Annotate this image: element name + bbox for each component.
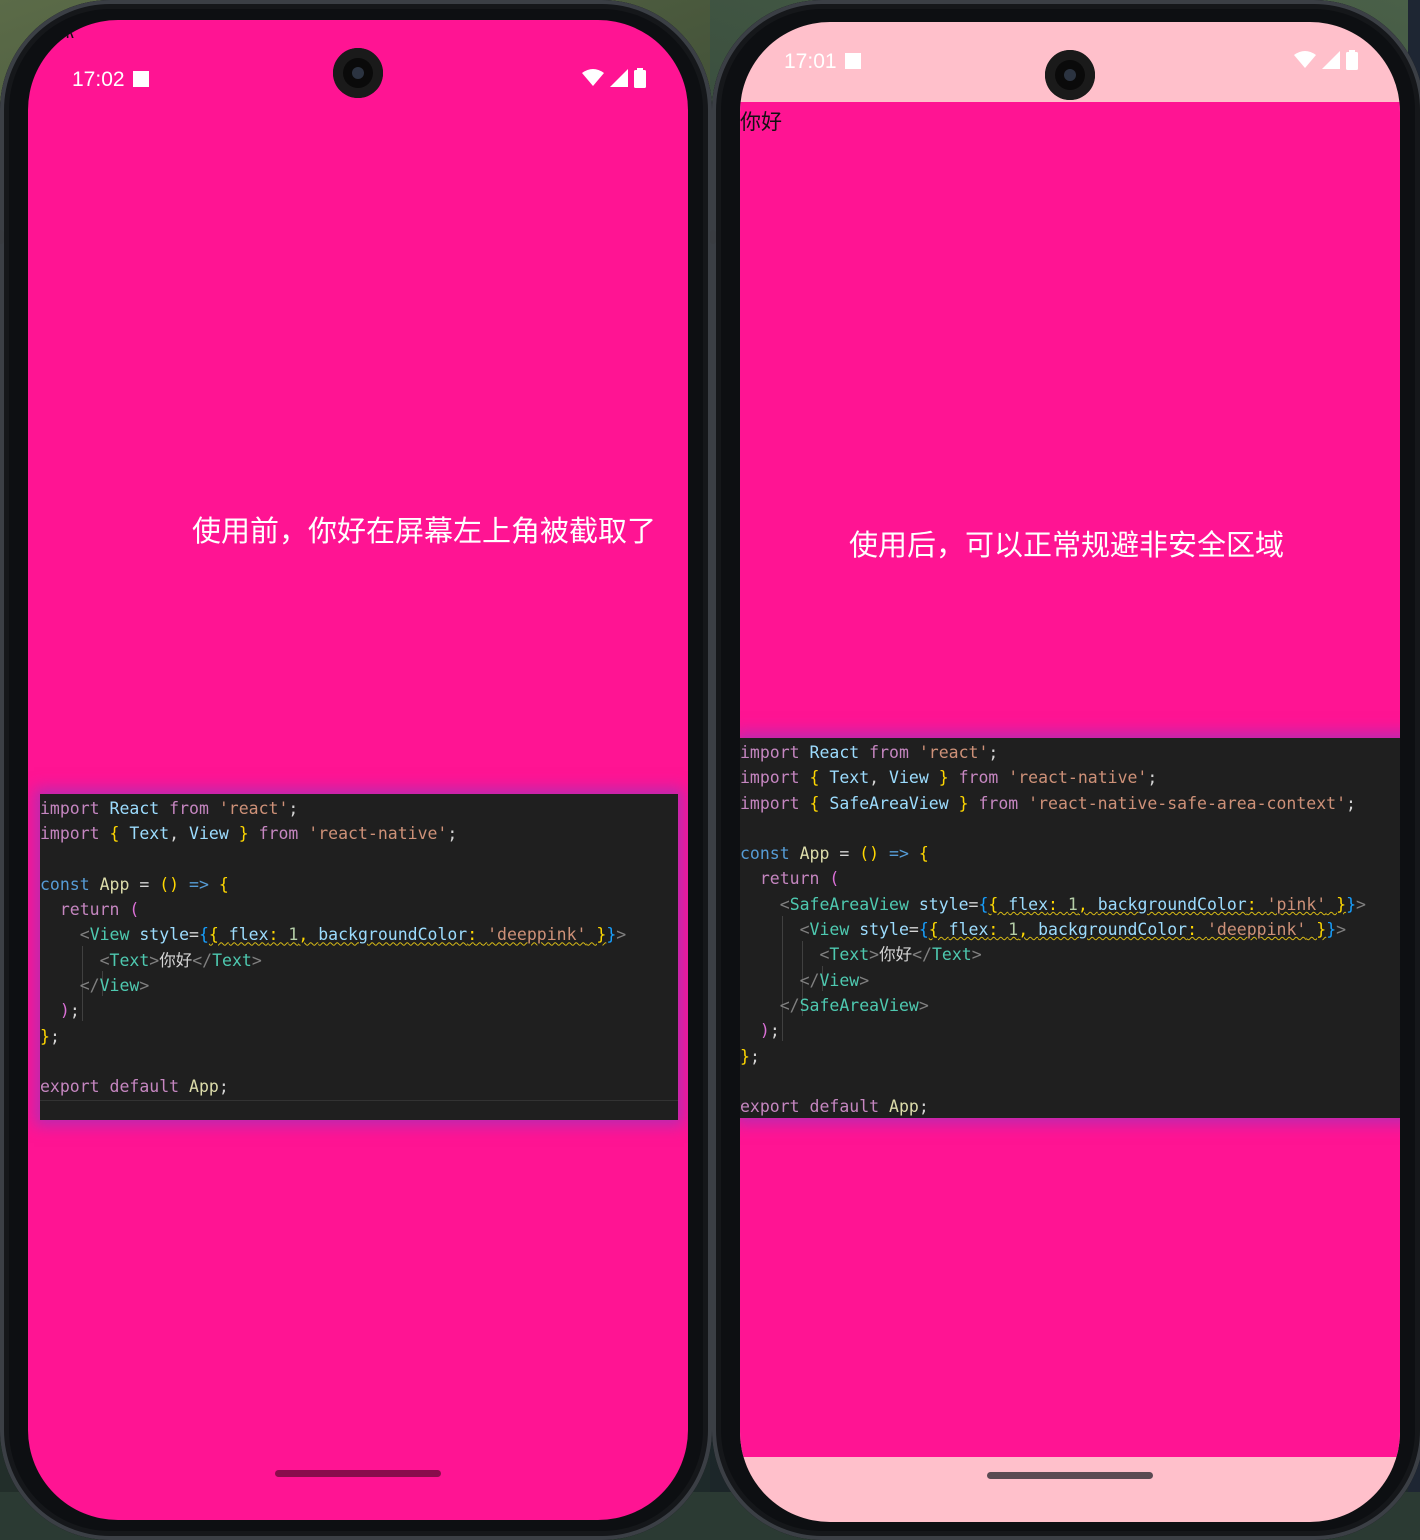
camera-icon bbox=[1045, 50, 1095, 100]
battery-icon bbox=[634, 68, 646, 88]
home-indicator[interactable] bbox=[987, 1472, 1153, 1479]
code-line: const App = () => { bbox=[40, 874, 229, 894]
status-icons bbox=[582, 68, 646, 88]
code-line: }; bbox=[40, 1026, 60, 1046]
code-line: }; bbox=[740, 1046, 760, 1066]
signal-icon bbox=[610, 69, 628, 87]
caption-after: 使用后，可以正常规避非安全区域 bbox=[849, 528, 1285, 562]
code-line: <View style={{ flex: 1, backgroundColor:… bbox=[79, 925, 627, 945]
code-line: return ( bbox=[759, 869, 840, 889]
battery-icon bbox=[1346, 50, 1358, 70]
stop-square-icon bbox=[844, 53, 861, 69]
code-line: <SafeAreaView style={{ flex: 1, backgrou… bbox=[779, 894, 1366, 914]
status-time: 17:02 bbox=[72, 68, 125, 91]
code-line: export default App; bbox=[740, 1097, 929, 1117]
code-line: import { Text, View } from 'react-native… bbox=[40, 824, 458, 844]
code-line: import React from 'react'; bbox=[40, 799, 299, 818]
code-line: <View style={{ flex: 1, backgroundColor:… bbox=[799, 920, 1347, 940]
signal-icon bbox=[1322, 51, 1340, 69]
caption-before: 使用前，你好在屏幕左上角被截取了 bbox=[192, 514, 657, 548]
code-line: import { Text, View } from 'react-native… bbox=[740, 768, 1158, 788]
code-line: import React from 'react'; bbox=[740, 743, 999, 762]
status-time-wrap: 17:01 bbox=[784, 50, 861, 74]
code-snippet-before: import React from 'react'; import { Text… bbox=[40, 794, 678, 1120]
code-line: export default App; bbox=[40, 1074, 678, 1101]
wifi-icon bbox=[1294, 51, 1316, 68]
phone-screen-left: 你 17:02 使用前，你好在屏幕左上角被截取了 import React fr… bbox=[28, 20, 688, 1520]
code-line: <Text>你好</Text> bbox=[819, 945, 982, 965]
stop-square-icon bbox=[132, 71, 149, 87]
home-indicator[interactable] bbox=[275, 1470, 441, 1477]
code-line: </View> bbox=[799, 970, 870, 990]
code-line: return ( bbox=[59, 900, 140, 920]
status-icons bbox=[1294, 50, 1358, 70]
code-line: </SafeAreaView> bbox=[779, 995, 929, 1015]
phone-screen-right: 你好 17:01 使用后，可以正常规避非安全区域 import React fr… bbox=[740, 22, 1400, 1522]
code-line: ); bbox=[759, 1021, 780, 1041]
status-time: 17:01 bbox=[784, 50, 837, 73]
phone-frame-right: 你好 17:01 使用后，可以正常规避非安全区域 import React fr… bbox=[710, 0, 1420, 1540]
code-snippet-after: import React from 'react'; import { Text… bbox=[740, 738, 1400, 1118]
phone-frame-left: 你 17:02 使用前，你好在屏幕左上角被截取了 import React fr… bbox=[0, 0, 712, 1540]
code-line: const App = () => { bbox=[740, 844, 929, 864]
code-line: <Text>你好</Text> bbox=[99, 950, 262, 970]
wifi-icon bbox=[582, 69, 604, 86]
code-line: import { SafeAreaView } from 'react-nati… bbox=[740, 793, 1356, 813]
camera-icon bbox=[333, 48, 383, 98]
status-time-wrap: 17:02 bbox=[72, 68, 149, 92]
code-line: ); bbox=[59, 1001, 80, 1021]
code-line: </View> bbox=[79, 976, 150, 996]
